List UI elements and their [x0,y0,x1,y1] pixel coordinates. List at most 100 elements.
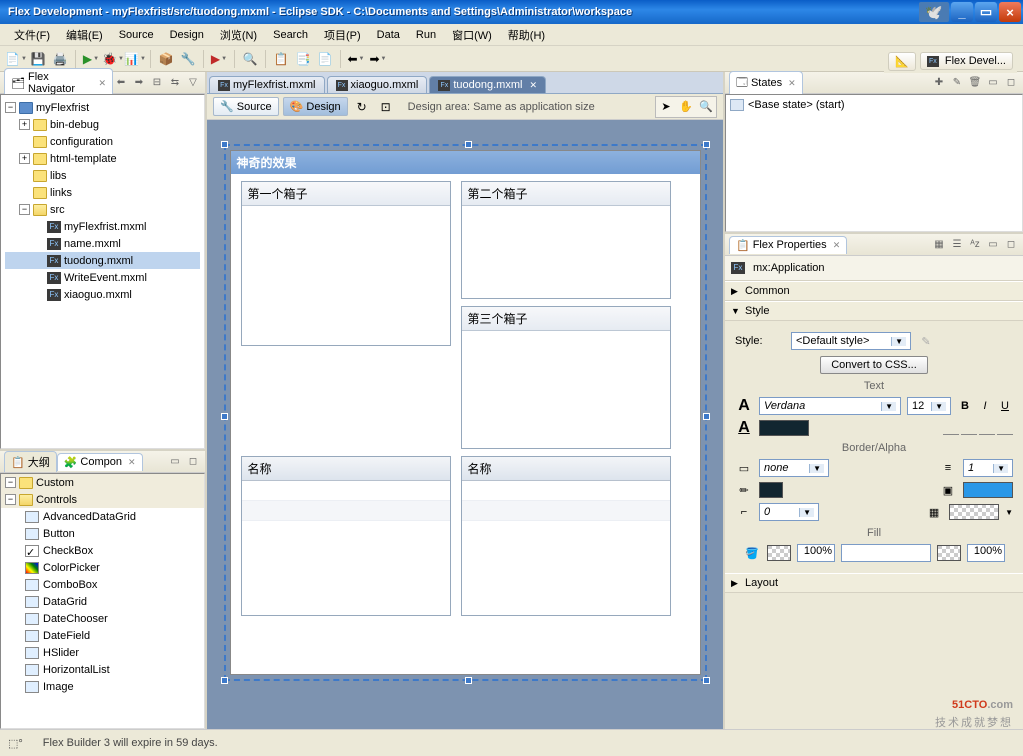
alpha-view-icon[interactable]: ᴬz [967,237,983,253]
back-icon[interactable]: ⬅ [113,75,129,91]
section-common[interactable]: ▶Common [725,281,1023,301]
align-center-icon[interactable] [961,421,977,435]
border-color-swatch[interactable] [759,482,783,498]
base-state-item[interactable]: <Base state> (start) [730,99,1018,111]
style-combo[interactable]: <Default style>▼ [791,332,911,350]
section-style[interactable]: ▼Style [725,301,1023,321]
font-size-combo[interactable]: 12▼ [907,397,951,415]
max-icon[interactable]: ◻ [185,454,201,470]
src-folder-node[interactable]: −src [5,201,200,218]
file-node-selected[interactable]: Fxtuodong.mxml [5,252,200,269]
font-family-combo[interactable]: Verdana▼ [759,397,901,415]
file-node[interactable]: FxmyFlexfrist.mxml [5,218,200,235]
datagrid-2[interactable]: 名称 [461,456,671,616]
link-icon[interactable]: ⇆ [167,75,183,91]
properties-tab[interactable]: 📋Flex Properties✕ [729,236,847,254]
edit-style-icon[interactable]: ✎ [917,333,935,349]
component-item[interactable]: ✓CheckBox [1,542,204,559]
folder-node[interactable]: configuration [5,133,200,150]
export-button[interactable]: 📦 [156,49,176,69]
max-icon[interactable]: ◻ [1003,75,1019,91]
fill-end-pct[interactable]: 100% [967,544,1005,562]
run-button[interactable]: ▶▼ [81,49,101,69]
border-style-combo[interactable]: none▼ [759,459,829,477]
alpha-swatch[interactable] [949,504,999,520]
project-node[interactable]: −myFlexfrist [5,99,200,116]
italic-button[interactable]: I [977,400,993,412]
refresh-button[interactable]: ↻ [352,97,372,117]
close-icon[interactable]: ✕ [788,78,796,89]
new-state-icon[interactable]: ✚ [931,75,947,91]
states-list[interactable]: <Base state> (start) [725,94,1023,232]
ext-tools-button[interactable]: ▶▼ [209,49,229,69]
collapse-icon[interactable]: ⊟ [149,75,165,91]
folder-node[interactable]: +bin-debug [5,116,200,133]
menu-data[interactable]: Data [369,27,408,43]
min-icon[interactable]: ▭ [985,237,1001,253]
nav-button-2[interactable]: 📑 [293,49,313,69]
menu-project[interactable]: 项目(P) [316,25,369,45]
close-icon[interactable]: ✕ [98,78,106,89]
zoom-tool[interactable]: 🔍 [697,98,715,116]
forward-icon[interactable]: ➡ [131,75,147,91]
max-icon[interactable]: ◻ [1003,237,1019,253]
align-left-icon[interactable] [943,421,959,435]
profile-button[interactable]: 📊▼ [125,49,145,69]
menu-source[interactable]: Source [111,27,162,43]
panel-box-1[interactable]: 第一个箱子 [241,181,451,346]
category-view-icon[interactable]: ☰ [949,237,965,253]
text-color-swatch[interactable] [759,420,809,436]
grid-column-header[interactable]: 名称 [242,457,450,481]
component-item[interactable]: DataGrid [1,593,204,610]
folder-node[interactable]: links [5,184,200,201]
states-tab[interactable]: 🗔States✕ [729,71,803,95]
folder-node[interactable]: libs [5,167,200,184]
delete-state-icon[interactable]: 🗑 [967,75,983,91]
new-button[interactable]: 📄▼ [6,49,26,69]
forward-button[interactable]: ➡▼ [368,49,388,69]
highlight-swatch[interactable] [963,482,1013,498]
menu-file[interactable]: 文件(F) [6,25,58,45]
expander-icon[interactable]: − [5,494,16,505]
close-icon[interactable]: ✕ [128,457,136,468]
component-item[interactable]: AdvancedDataGrid [1,508,204,525]
menu-help[interactable]: 帮助(H) [500,25,553,45]
panel-box-2[interactable]: 第二个箱子 [461,181,671,299]
component-item[interactable]: DateField [1,627,204,644]
open-perspective-button[interactable]: 📐 [888,52,916,71]
print-button[interactable]: 🖨️ [50,49,70,69]
menu-design[interactable]: Design [162,27,212,43]
save-button[interactable]: 💾 [28,49,48,69]
text-color-icon[interactable]: A [735,420,753,436]
panel-box-3[interactable]: 第三个箱子 [461,306,671,449]
nav-button-1[interactable]: 📋 [271,49,291,69]
section-layout[interactable]: ▶Layout [725,573,1023,593]
menu-navigate[interactable]: 浏览(N) [212,25,265,45]
expander-icon[interactable]: − [19,204,30,215]
min-icon[interactable]: ▭ [985,75,1001,91]
group-controls[interactable]: −Controls [1,491,204,508]
outline-tab[interactable]: 📋大纲 [4,451,57,472]
fill-start-pct[interactable]: 100% [797,544,835,562]
file-node[interactable]: FxWriteEvent.mxml [5,269,200,286]
close-icon[interactable]: ✕ [833,240,841,251]
navigator-tab[interactable]: 🗂Flex Navigator✕ [4,68,113,97]
file-node[interactable]: Fxname.mxml [5,235,200,252]
file-node[interactable]: Fxxiaoguo.mxml [5,286,200,303]
search-button[interactable]: 🔍 [240,49,260,69]
close-icon[interactable]: ✕ [529,80,537,91]
components-list[interactable]: −Custom −Controls AdvancedDataGrid Butto… [0,473,205,729]
design-canvas-area[interactable]: 神奇的效果 第一个箱子 第二个箱子 第三个箱子 名称 名称 [207,120,723,729]
menu-icon[interactable]: ▽ [185,75,201,91]
menu-window[interactable]: 窗口(W) [444,25,500,45]
components-tab[interactable]: 🧩Compon✕ [57,453,143,471]
fill-end-swatch[interactable] [937,545,961,561]
expander-icon[interactable]: + [19,119,30,130]
application-canvas[interactable]: 神奇的效果 第一个箱子 第二个箱子 第三个箱子 名称 名称 [230,150,701,675]
nav-button-3[interactable]: 📄 [315,49,335,69]
grid-column-header[interactable]: 名称 [462,457,670,481]
component-item[interactable]: ColorPicker [1,559,204,576]
flex-perspective-button[interactable]: FxFlex Devel... [920,52,1013,70]
menu-run[interactable]: Run [408,27,444,43]
standard-view-icon[interactable]: ▦ [931,237,947,253]
